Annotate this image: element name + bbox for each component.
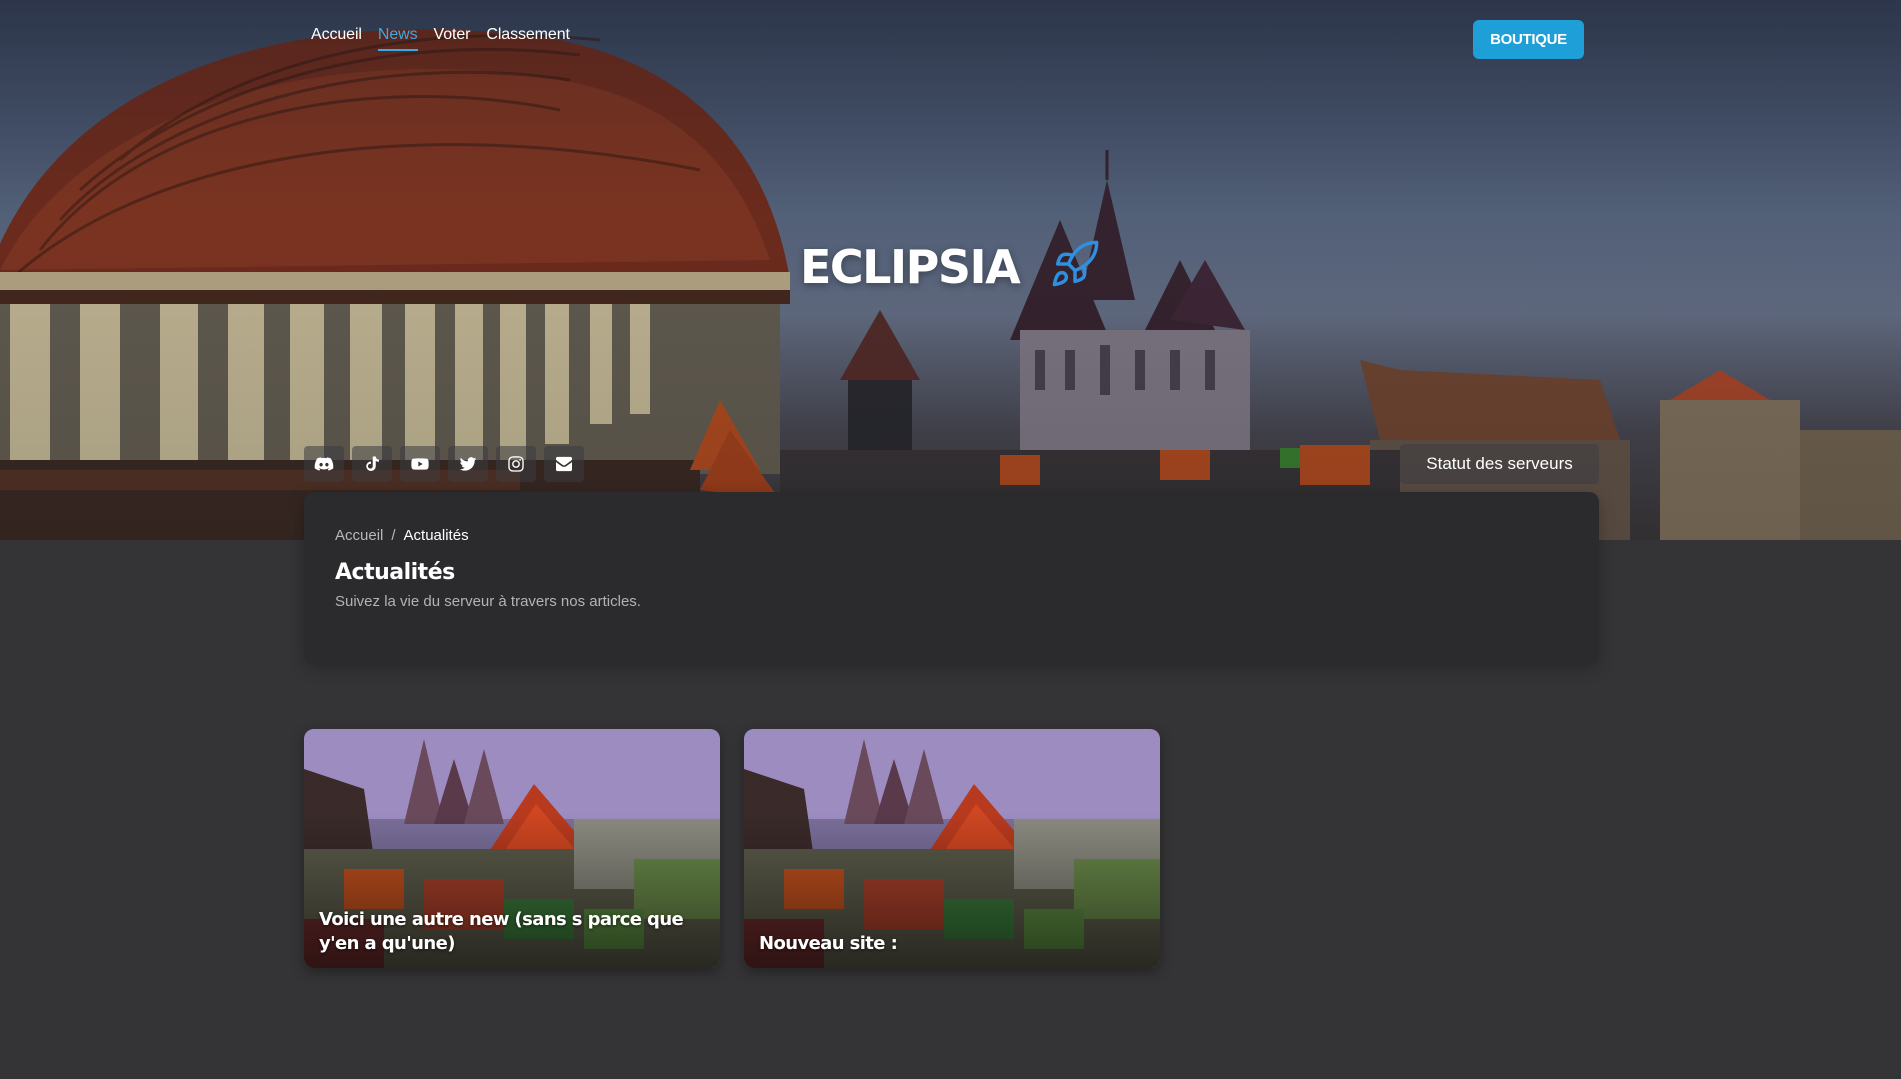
twitter-icon[interactable]	[448, 446, 488, 482]
nav-accueil[interactable]: Accueil	[311, 26, 362, 51]
nav-classement[interactable]: Classement	[486, 26, 570, 51]
page-subtitle: Suivez la vie du serveur à travers nos a…	[335, 593, 641, 610]
youtube-icon[interactable]	[400, 446, 440, 482]
breadcrumb-current: Actualités	[403, 527, 469, 544]
page-title: Actualités	[335, 560, 455, 585]
article-title: Voici une autre new (sans s parce que y'…	[319, 909, 684, 954]
nav-news[interactable]: News	[377, 26, 418, 51]
envelope-icon[interactable]	[544, 446, 584, 482]
instagram-icon[interactable]	[496, 446, 536, 482]
article-title: Nouveau site :	[759, 933, 898, 954]
breadcrumb: Accueil / Actualités	[335, 527, 1568, 544]
breadcrumb-home[interactable]: Accueil	[335, 527, 383, 544]
tiktok-icon[interactable]	[352, 446, 392, 482]
brand-title: ECLIPSIA	[800, 239, 1021, 294]
nav-voter[interactable]: Voter	[434, 26, 471, 51]
discord-icon[interactable]	[304, 446, 344, 482]
breadcrumb-separator: /	[391, 527, 396, 544]
rocket-icon	[1049, 238, 1101, 295]
article-card[interactable]: Nouveau site :	[744, 729, 1160, 968]
server-status-button[interactable]: Statut des serveurs	[1400, 444, 1599, 484]
main-nav: Accueil News Voter Classement	[311, 26, 570, 51]
social-links	[304, 446, 584, 482]
page-header-card: Accueil / Actualités Actualités Suivez l…	[304, 492, 1599, 664]
article-card[interactable]: Voici une autre new (sans s parce que y'…	[304, 729, 720, 968]
shop-button[interactable]: BOUTIQUE	[1473, 20, 1584, 59]
brand: ECLIPSIA	[800, 238, 1101, 295]
articles-grid: Voici une autre new (sans s parce que y'…	[304, 729, 1160, 968]
